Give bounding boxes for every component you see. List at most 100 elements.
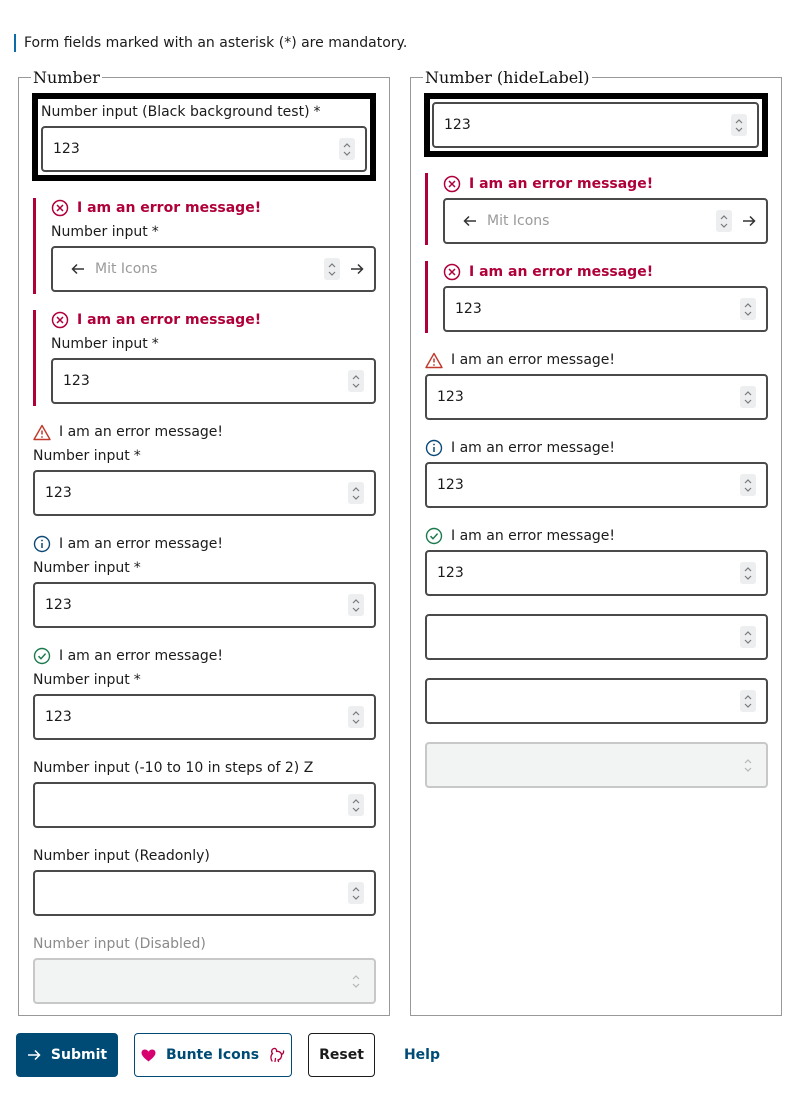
number-input-readonly[interactable] (425, 678, 768, 724)
chevron-down-icon (744, 487, 752, 492)
chevron-up-icon (720, 214, 728, 219)
number-input-info-field[interactable] (437, 477, 734, 493)
spin-buttons[interactable] (348, 882, 364, 904)
error-message: I am an error message! (443, 175, 653, 193)
number-input-success[interactable] (33, 694, 376, 740)
number-input-error[interactable] (443, 286, 768, 332)
number-input-black-test-field[interactable] (53, 141, 333, 157)
number-input-error-field[interactable] (63, 373, 342, 389)
chevron-up-icon (744, 566, 752, 571)
number-input-readonly[interactable] (33, 870, 376, 916)
arrow-right-icon (350, 263, 364, 275)
label-number-input: Number input * (33, 448, 141, 464)
circle-x-icon (443, 263, 461, 281)
circle-info-icon (33, 535, 51, 553)
spin-buttons (348, 970, 364, 992)
arrow-right-icon (27, 1049, 41, 1061)
number-input-warning[interactable] (425, 374, 768, 420)
label-number-input: Number input * (51, 336, 159, 352)
number-input-success-field[interactable] (45, 709, 342, 725)
error-message: I am an error message! (51, 199, 261, 217)
reset-button[interactable]: Reset (308, 1033, 375, 1077)
number-input-info-field[interactable] (45, 597, 342, 613)
number-input-info[interactable] (425, 462, 768, 508)
spin-buttons[interactable] (348, 594, 364, 616)
chevron-up-icon (352, 974, 360, 979)
number-input-readonly-field[interactable] (437, 693, 734, 709)
chevron-up-icon (744, 758, 752, 763)
label-number-input-disabled: Number input (Disabled) (33, 936, 206, 952)
info-message: I am an error message! (33, 535, 223, 553)
number-input-info[interactable] (33, 582, 376, 628)
number-input-with-icons-field[interactable] (487, 213, 710, 229)
number-input-success[interactable] (425, 550, 768, 596)
spin-buttons[interactable] (740, 690, 756, 712)
warning-message: I am an error message! (425, 351, 615, 369)
number-input-black-test[interactable] (41, 126, 367, 172)
spin-buttons[interactable] (716, 210, 732, 232)
spin-buttons[interactable] (740, 298, 756, 320)
chevron-down-icon (744, 639, 752, 644)
number-input-stepped[interactable] (33, 782, 376, 828)
label-number-input-stepped: Number input (-10 to 10 in steps of 2) Z (33, 760, 314, 776)
submit-button[interactable]: Submit (16, 1033, 118, 1077)
number-input-disabled-field (437, 757, 734, 773)
chevron-down-icon (352, 983, 360, 988)
number-input-black-test-field[interactable] (444, 117, 725, 133)
spin-buttons[interactable] (731, 114, 747, 136)
number-input-with-icons[interactable] (51, 246, 376, 292)
colorful-icons-button[interactable]: Bunte Icons (134, 1033, 292, 1077)
arrow-right-icon (742, 215, 756, 227)
chevron-down-icon (352, 495, 360, 500)
spin-buttons[interactable] (348, 706, 364, 728)
spin-buttons[interactable] (324, 258, 340, 280)
number-input-with-icons-field[interactable] (95, 261, 318, 277)
number-input-stepped-field[interactable] (437, 629, 734, 645)
spin-buttons[interactable] (740, 562, 756, 584)
chevron-down-icon (744, 767, 752, 772)
label-number-input: Number input * (51, 224, 159, 240)
spin-buttons (740, 754, 756, 776)
error-bar (33, 310, 36, 406)
spin-buttons[interactable] (348, 370, 364, 392)
number-input-warning-field[interactable] (45, 485, 342, 501)
spin-buttons[interactable] (348, 794, 364, 816)
triangle-warning-icon (33, 424, 51, 440)
spin-buttons[interactable] (740, 386, 756, 408)
spin-buttons[interactable] (348, 482, 364, 504)
label-number-input: Number input * (33, 560, 141, 576)
arrow-left-icon (463, 215, 477, 227)
number-input-with-icons[interactable] (443, 198, 768, 244)
number-input-disabled (33, 958, 376, 1004)
chevron-down-icon (352, 807, 360, 812)
number-input-black-test[interactable] (432, 102, 759, 148)
chevron-down-icon (328, 271, 336, 276)
chevron-up-icon (735, 118, 743, 123)
circle-x-icon (443, 175, 461, 193)
spin-buttons[interactable] (740, 626, 756, 648)
number-input-success-field[interactable] (437, 565, 734, 581)
error-bar (425, 173, 428, 245)
number-input-error[interactable] (51, 358, 376, 404)
help-link[interactable]: Help (392, 1033, 452, 1077)
number-input-warning[interactable] (33, 470, 376, 516)
success-message: I am an error message! (425, 527, 615, 545)
number-input-stepped[interactable] (425, 614, 768, 660)
mandatory-note: Form fields marked with an asterisk (*) … (14, 34, 407, 52)
label-number-input: Number input * (33, 672, 141, 688)
chevron-down-icon (343, 151, 351, 156)
spin-buttons[interactable] (339, 138, 355, 160)
chevron-up-icon (352, 598, 360, 603)
number-input-error-field[interactable] (455, 301, 734, 317)
chevron-up-icon (343, 142, 351, 147)
spin-buttons[interactable] (740, 474, 756, 496)
fieldset-legend: Number (hideLabel) (425, 68, 590, 87)
triangle-warning-icon (425, 352, 443, 368)
chevron-down-icon (720, 223, 728, 228)
chevron-up-icon (352, 710, 360, 715)
number-input-readonly-field[interactable] (45, 885, 342, 901)
chevron-down-icon (352, 719, 360, 724)
number-input-stepped-field[interactable] (45, 797, 342, 813)
error-message: I am an error message! (443, 263, 653, 281)
number-input-warning-field[interactable] (437, 389, 734, 405)
